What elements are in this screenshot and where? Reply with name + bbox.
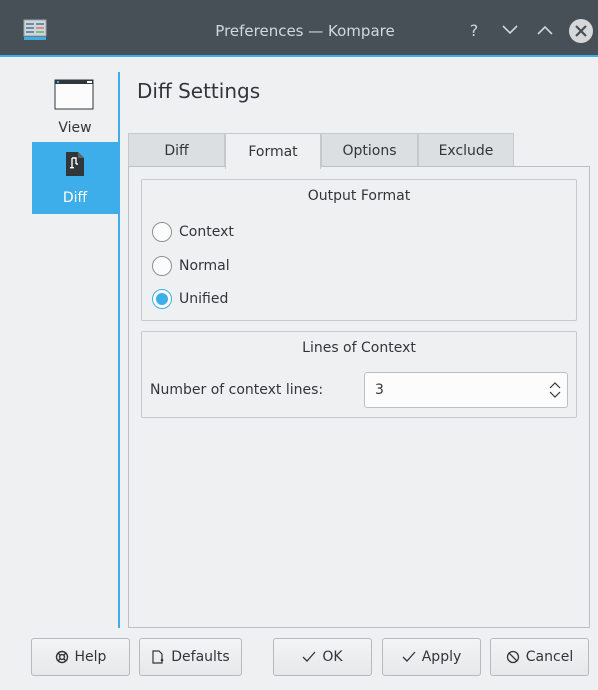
ok-button-label: OK (322, 649, 343, 665)
radio-unified[interactable]: Unified (152, 288, 228, 310)
radio-context[interactable]: Context (152, 221, 234, 243)
cancel-icon (506, 650, 519, 664)
cancel-button[interactable]: Cancel (490, 638, 589, 676)
lines-of-context-group: Lines of Context Number of context lines… (141, 331, 577, 418)
chevron-down-icon (502, 25, 518, 35)
tab-exclude[interactable]: Exclude (418, 133, 514, 167)
apply-button[interactable]: Apply (382, 638, 481, 676)
sidebar-item-label: View (58, 120, 92, 136)
context-help-button[interactable]: ? (464, 20, 484, 40)
apply-button-label: Apply (421, 649, 462, 665)
ok-button[interactable]: OK (273, 638, 372, 676)
sidebar-divider (118, 72, 120, 628)
tab-options[interactable]: Options (321, 133, 418, 167)
format-tab-panel: Output Format Context Normal Unified Lin… (128, 166, 590, 628)
sidebar-item-label: Diff (62, 190, 88, 206)
checkmark-icon (402, 651, 416, 662)
output-format-group: Output Format Context Normal Unified (141, 179, 577, 321)
maximize-button[interactable] (535, 20, 555, 40)
tab-format[interactable]: Format (225, 133, 321, 169)
defaults-button[interactable]: Defaults (139, 638, 242, 676)
tab-diff[interactable]: Diff (128, 133, 225, 167)
minimize-button[interactable] (500, 20, 520, 40)
document-revert-icon (152, 650, 164, 664)
group-title: Output Format (307, 188, 411, 204)
radio-label: Context (179, 224, 234, 240)
diff-document-icon (66, 152, 84, 176)
page-list-sidebar: View Diff (32, 72, 118, 628)
radio-normal[interactable]: Normal (152, 255, 230, 277)
defaults-button-label: Defaults (171, 649, 230, 665)
view-window-icon (54, 79, 94, 110)
close-button[interactable] (569, 19, 593, 43)
radio-label: Normal (179, 258, 230, 274)
context-lines-spinbox[interactable]: 3 (364, 372, 568, 408)
context-lines-label: Number of context lines: (150, 382, 324, 398)
close-icon (575, 25, 587, 37)
spinbox-value[interactable]: 3 (375, 382, 384, 398)
help-button-label: Help (74, 649, 107, 665)
lifebuoy-icon (55, 650, 68, 664)
radio-button[interactable] (152, 289, 172, 309)
page-title: Diff Settings (137, 79, 261, 103)
cancel-button-label: Cancel (525, 649, 574, 665)
radio-button[interactable] (152, 256, 172, 276)
checkmark-icon (302, 651, 316, 662)
help-button[interactable]: Help (31, 638, 130, 676)
sidebar-item-diff[interactable]: Diff (32, 142, 118, 214)
sidebar-item-view[interactable]: View (32, 72, 118, 144)
spin-up-down-icon[interactable] (549, 380, 561, 400)
group-title: Lines of Context (302, 340, 416, 356)
radio-button[interactable] (152, 222, 172, 242)
radio-label: Unified (179, 291, 229, 307)
title-bar[interactable]: Preferences — Kompare ? (0, 0, 598, 57)
chevron-up-icon (537, 25, 553, 35)
